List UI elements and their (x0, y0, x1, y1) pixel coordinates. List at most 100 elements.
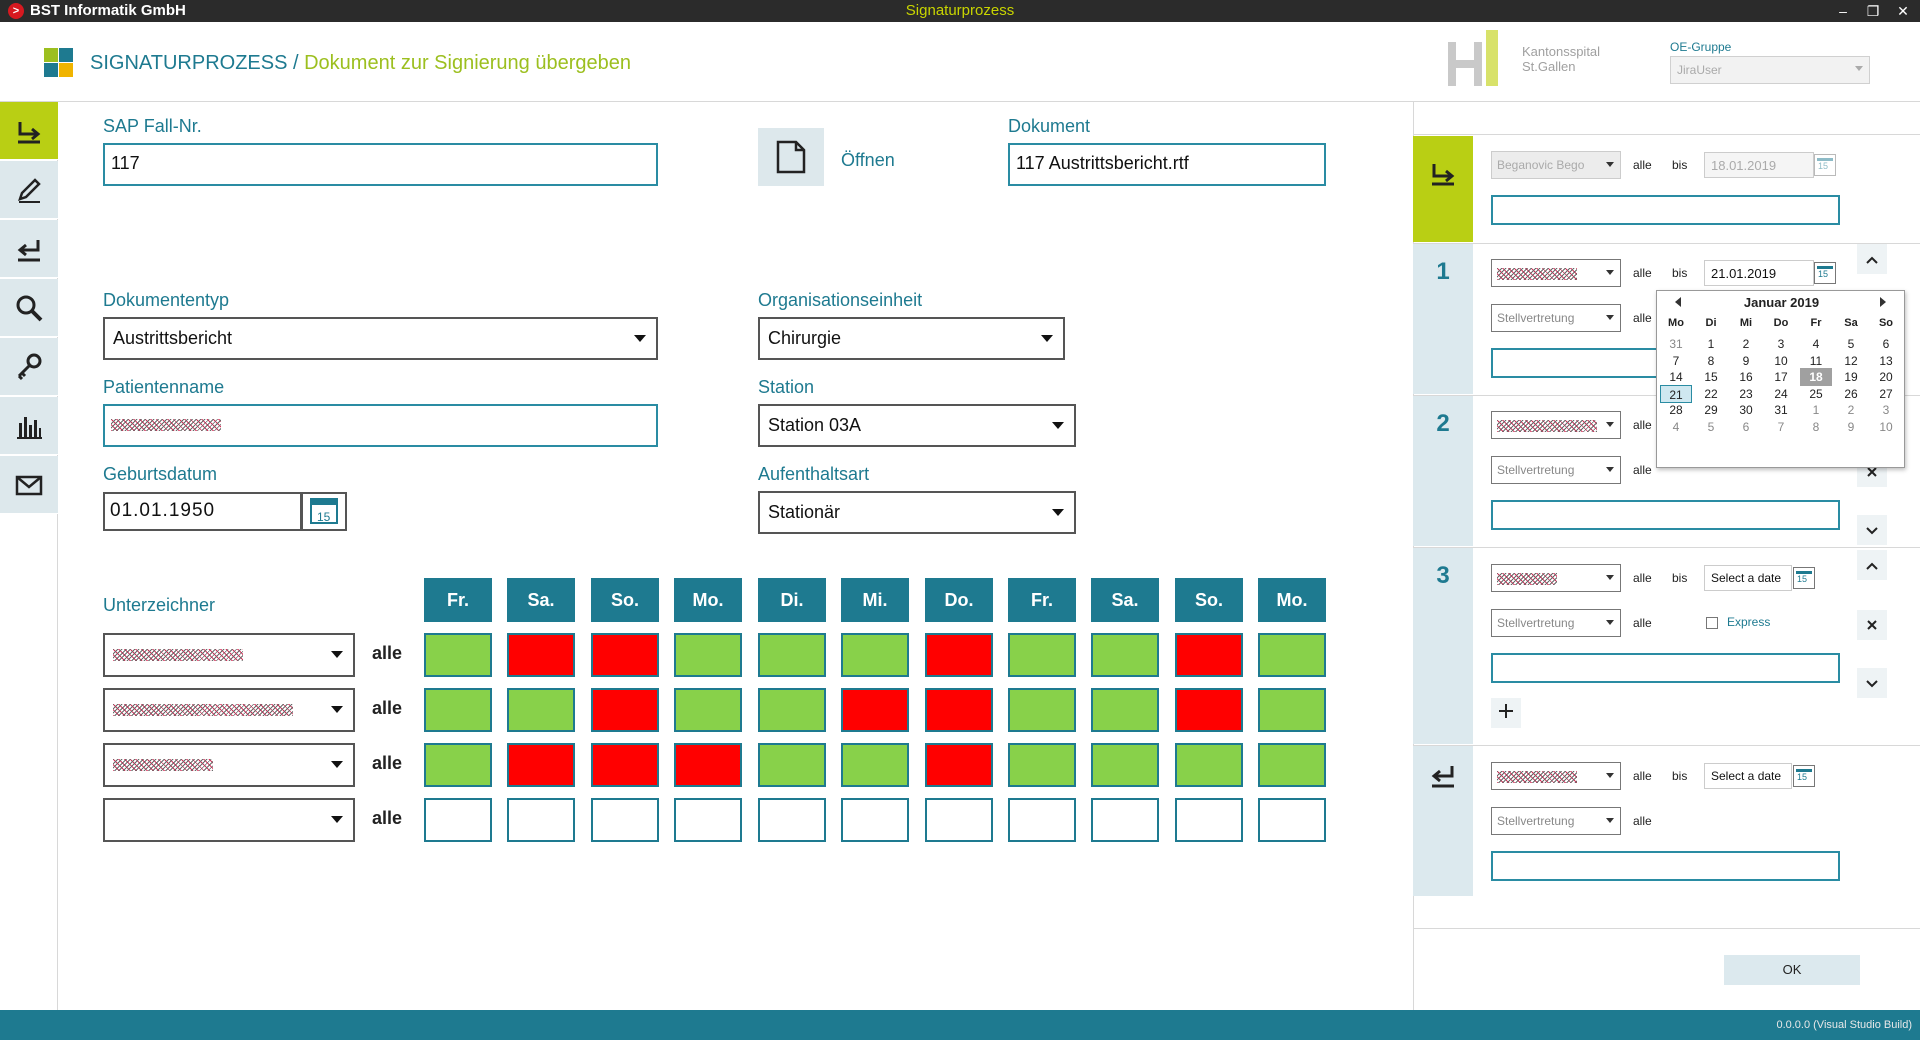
availability-cell[interactable] (424, 743, 492, 787)
step2-move-down-button[interactable] (1857, 515, 1887, 545)
step3-move-down-button[interactable] (1857, 668, 1887, 698)
step2-comment[interactable] (1491, 500, 1840, 530)
calendar-day[interactable]: 31 (1660, 335, 1692, 353)
calendar-day[interactable]: 13 (1870, 352, 1902, 370)
minimize-button[interactable]: – (1830, 0, 1856, 22)
calendar-day[interactable]: 29 (1695, 401, 1727, 419)
availability-cell[interactable] (507, 743, 575, 787)
availability-cell[interactable] (1258, 798, 1326, 842)
calendar-day[interactable]: 9 (1835, 418, 1867, 436)
availability-cell[interactable] (758, 688, 826, 732)
availability-cell[interactable] (758, 633, 826, 677)
availability-cell[interactable] (1091, 633, 1159, 677)
maximize-button[interactable]: ❐ (1860, 0, 1886, 22)
document-input[interactable]: 117 Austrittsbericht.rtf (1008, 143, 1326, 186)
availability-cell[interactable] (674, 743, 742, 787)
calendar-day[interactable]: 2 (1835, 401, 1867, 419)
availability-cell[interactable] (591, 688, 659, 732)
return-deputy-select[interactable]: Stellvertretung (1491, 807, 1621, 835)
availability-cell[interactable] (591, 798, 659, 842)
step3-deputy-select[interactable]: Stellvertretung (1491, 609, 1621, 637)
availability-cell[interactable] (1091, 798, 1159, 842)
calendar-day[interactable]: 20 (1870, 368, 1902, 386)
availability-cell[interactable] (1175, 633, 1243, 677)
availability-cell[interactable] (925, 743, 993, 787)
availability-cell[interactable] (507, 798, 575, 842)
calendar-day[interactable]: 27 (1870, 385, 1902, 403)
availability-cell[interactable] (841, 633, 909, 677)
availability-cell[interactable] (1175, 688, 1243, 732)
calendar-day[interactable]: 6 (1870, 335, 1902, 353)
calendar-day[interactable]: 8 (1800, 418, 1832, 436)
availability-cell[interactable] (424, 798, 492, 842)
calendar-day[interactable]: 25 (1800, 385, 1832, 403)
add-signer-button[interactable] (1491, 698, 1521, 728)
calendar-day[interactable]: 19 (1835, 368, 1867, 386)
patient-name-input[interactable] (103, 404, 658, 447)
step3-comment[interactable] (1491, 653, 1840, 683)
calendar-day[interactable]: 12 (1835, 352, 1867, 370)
nav-search[interactable] (0, 279, 58, 337)
open-document-label[interactable]: Öffnen (841, 150, 895, 171)
express-checkbox[interactable] (1706, 617, 1718, 629)
return-signer-select[interactable] (1491, 762, 1621, 790)
availability-cell[interactable] (1258, 688, 1326, 732)
availability-cell[interactable] (424, 633, 492, 677)
next-month-button[interactable] (1880, 297, 1886, 307)
close-button[interactable]: ✕ (1890, 0, 1916, 22)
availability-cell[interactable] (1258, 633, 1326, 677)
availability-cell[interactable] (758, 743, 826, 787)
calendar-day[interactable]: 8 (1695, 352, 1727, 370)
availability-cell[interactable] (841, 688, 909, 732)
initiator-comment[interactable] (1491, 195, 1840, 225)
calendar-day[interactable]: 10 (1765, 352, 1797, 370)
availability-cell[interactable] (591, 743, 659, 787)
calendar-day[interactable]: 18 (1800, 368, 1832, 386)
calendar-day[interactable]: 7 (1765, 418, 1797, 436)
return-date-input[interactable]: Select a date (1704, 763, 1792, 789)
calendar-day[interactable]: 28 (1660, 401, 1692, 419)
availability-cell[interactable] (1008, 633, 1076, 677)
availability-cell[interactable] (1091, 743, 1159, 787)
calendar-day[interactable]: 3 (1765, 335, 1797, 353)
doctype-select[interactable]: Austrittsbericht (103, 317, 658, 360)
calendar-day[interactable]: 1 (1800, 401, 1832, 419)
signer-select-1[interactable] (103, 633, 355, 677)
open-document-button[interactable] (758, 128, 824, 186)
calendar-day[interactable]: 4 (1660, 418, 1692, 436)
calendar-day[interactable]: 24 (1765, 385, 1797, 403)
calendar-day[interactable]: 9 (1730, 352, 1762, 370)
availability-cell[interactable] (925, 798, 993, 842)
nav-messages[interactable] (0, 456, 58, 514)
availability-cell[interactable] (758, 798, 826, 842)
step3-date-input[interactable]: Select a date (1704, 565, 1792, 591)
ok-button[interactable]: OK (1724, 955, 1860, 985)
availability-cell[interactable] (674, 688, 742, 732)
nav-return[interactable] (0, 220, 58, 278)
availability-cell[interactable] (674, 798, 742, 842)
station-select[interactable]: Station 03A (758, 404, 1076, 447)
nav-submit[interactable] (0, 102, 58, 160)
breadcrumb-main[interactable]: SIGNATURPROZESS (90, 52, 287, 74)
sap-case-input[interactable]: 117 (103, 143, 658, 186)
calendar-day[interactable]: 10 (1870, 418, 1902, 436)
calendar-day[interactable]: 2 (1730, 335, 1762, 353)
nav-keys[interactable] (0, 338, 58, 396)
calendar-day[interactable]: 11 (1800, 352, 1832, 370)
availability-cell[interactable] (1258, 743, 1326, 787)
step1-date-input[interactable]: 21.01.2019 (1704, 260, 1814, 286)
availability-cell[interactable] (925, 688, 993, 732)
calendar-day[interactable]: 3 (1870, 401, 1902, 419)
nav-sign[interactable] (0, 161, 58, 219)
availability-cell[interactable] (1175, 743, 1243, 787)
nav-statistics[interactable] (0, 397, 58, 455)
availability-cell[interactable] (1008, 688, 1076, 732)
oe-group-select[interactable]: JiraUser (1670, 56, 1870, 84)
step3-remove-button[interactable] (1857, 610, 1887, 640)
calendar-day[interactable]: 23 (1730, 385, 1762, 403)
birthdate-calendar-button[interactable]: 15 (301, 492, 347, 531)
calendar-day[interactable]: 14 (1660, 368, 1692, 386)
org-unit-select[interactable]: Chirurgie (758, 317, 1065, 360)
calendar-day[interactable]: 16 (1730, 368, 1762, 386)
step2-deputy-select[interactable]: Stellvertretung (1491, 456, 1621, 484)
